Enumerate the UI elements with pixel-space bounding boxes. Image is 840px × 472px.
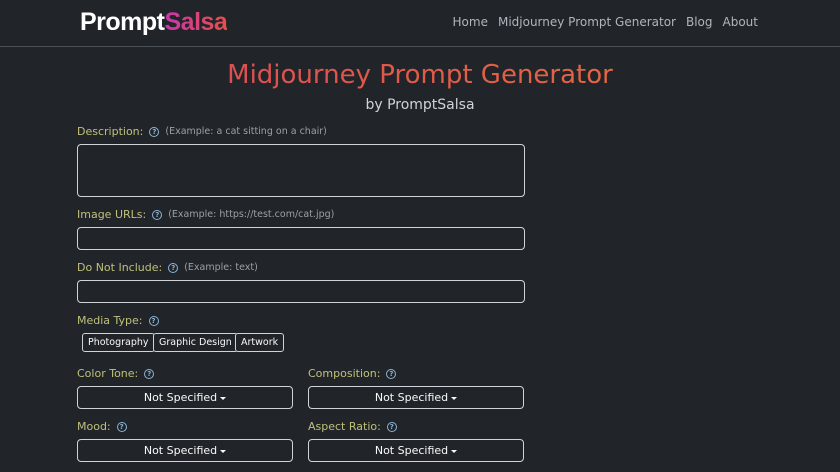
description-example: (Example: a cat sitting on a chair) bbox=[165, 126, 327, 137]
media-type-photography-button[interactable]: Photography bbox=[82, 333, 155, 352]
help-icon[interactable]: ? bbox=[386, 421, 397, 432]
do-not-include-label-row: Do Not Include: ? (Example: text) bbox=[77, 261, 258, 274]
color-tone-selected: Not Specified bbox=[143, 391, 218, 404]
description-input[interactable] bbox=[77, 144, 525, 197]
caret-down-icon bbox=[220, 449, 227, 453]
description-label: Description: bbox=[77, 125, 144, 138]
aspect-ratio-label: Aspect Ratio: bbox=[308, 420, 381, 433]
do-not-include-input[interactable] bbox=[77, 280, 525, 303]
brand-logo[interactable]: PromptSalsa bbox=[80, 8, 228, 37]
nav-about-link[interactable]: About bbox=[713, 15, 758, 29]
aspect-ratio-dropdown[interactable]: Not Specified bbox=[308, 439, 524, 462]
mood-label-row: Mood: ? bbox=[77, 420, 127, 433]
help-icon[interactable]: ? bbox=[148, 315, 159, 326]
nav-generator-link[interactable]: Midjourney Prompt Generator bbox=[488, 15, 676, 29]
composition-dropdown[interactable]: Not Specified bbox=[308, 386, 524, 409]
brand-part2: Salsa bbox=[164, 8, 228, 36]
page-subtitle: by PromptSalsa bbox=[365, 97, 475, 113]
color-tone-dropdown[interactable]: Not Specified bbox=[77, 386, 293, 409]
caret-down-icon bbox=[451, 396, 458, 400]
media-type-label: Media Type: bbox=[77, 314, 143, 327]
aspect-ratio-selected: Not Specified bbox=[374, 444, 449, 457]
caret-down-icon bbox=[220, 396, 227, 400]
media-type-label-row: Media Type: ? bbox=[77, 314, 159, 327]
image-urls-example: (Example: https://test.com/cat.jpg) bbox=[168, 209, 335, 220]
composition-label-row: Composition: ? bbox=[308, 367, 397, 380]
mood-selected: Not Specified bbox=[143, 444, 218, 457]
nav-links: Home Midjourney Prompt Generator Blog Ab… bbox=[453, 15, 758, 29]
help-icon[interactable]: ? bbox=[116, 421, 127, 432]
nav-home-link[interactable]: Home bbox=[453, 15, 488, 29]
media-type-artwork-button[interactable]: Artwork bbox=[235, 333, 285, 352]
color-tone-label-row: Color Tone: ? bbox=[77, 367, 155, 380]
image-urls-input[interactable] bbox=[77, 227, 525, 250]
navbar: PromptSalsa Home Midjourney Prompt Gener… bbox=[0, 0, 840, 47]
do-not-include-example: (Example: text) bbox=[184, 262, 258, 273]
color-tone-label: Color Tone: bbox=[77, 367, 139, 380]
help-icon[interactable]: ? bbox=[152, 209, 163, 220]
brand-part1: Prompt bbox=[80, 8, 165, 36]
mood-dropdown[interactable]: Not Specified bbox=[77, 439, 293, 462]
composition-label: Composition: bbox=[308, 367, 381, 380]
composition-selected: Not Specified bbox=[374, 391, 449, 404]
help-icon[interactable]: ? bbox=[168, 262, 179, 273]
aspect-ratio-label-row: Aspect Ratio: ? bbox=[308, 420, 397, 433]
mood-label: Mood: bbox=[77, 420, 111, 433]
image-urls-label-row: Image URLs: ? (Example: https://test.com… bbox=[77, 208, 334, 221]
nav-blog-link[interactable]: Blog bbox=[676, 15, 713, 29]
page-title: Midjourney Prompt Generator bbox=[0, 60, 840, 90]
media-type-graphic-design-button[interactable]: Graphic Design bbox=[153, 333, 238, 352]
caret-down-icon bbox=[451, 449, 458, 453]
description-label-row: Description: ? (Example: a cat sitting o… bbox=[77, 125, 327, 138]
image-urls-label: Image URLs: bbox=[77, 208, 147, 221]
help-icon[interactable]: ? bbox=[144, 368, 155, 379]
help-icon[interactable]: ? bbox=[386, 368, 397, 379]
help-icon[interactable]: ? bbox=[149, 126, 160, 137]
do-not-include-label: Do Not Include: bbox=[77, 261, 163, 274]
